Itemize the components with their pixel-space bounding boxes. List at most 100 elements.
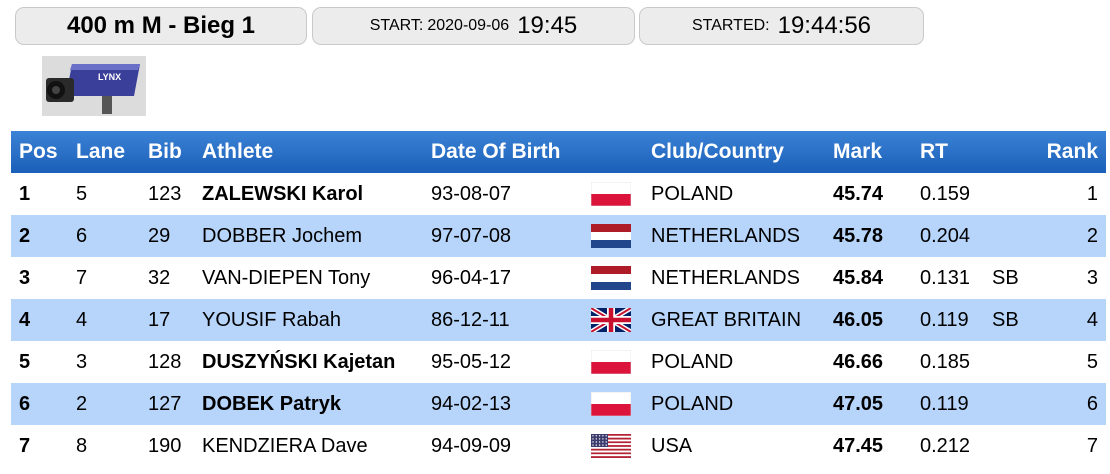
bib-cell: 17 [140, 299, 194, 341]
column-header-rt[interactable]: RT [912, 131, 984, 173]
flag-cell [583, 425, 643, 467]
lane-cell: 7 [68, 257, 140, 299]
event-title-box: 400 m M - Bieg 1 [15, 7, 307, 45]
country-cell: POLAND [643, 383, 825, 425]
start-time: 19:45 [517, 12, 578, 39]
usa-flag-icon [591, 434, 631, 458]
note-cell: SB [984, 257, 1034, 299]
dob-cell: 94-02-13 [423, 383, 583, 425]
rank-cell: 4 [1034, 299, 1106, 341]
reaction-time-cell: 0.159 [912, 173, 984, 215]
event-title: 400 m M - Bieg 1 [66, 12, 256, 39]
note-cell [984, 173, 1034, 215]
column-header-club[interactable]: Club/Country [643, 131, 825, 173]
athlete-name-cell: VAN-DIEPEN Tony [194, 257, 423, 299]
table-row[interactable]: 3 7 32 VAN-DIEPEN Tony 96-04-17 NETHERLANDS 45… [11, 257, 1106, 299]
pos-cell: 3 [11, 257, 68, 299]
column-header-athlete[interactable]: Athlete [194, 131, 423, 173]
pos-cell: 7 [11, 425, 68, 467]
table-row[interactable]: 1 5 123 ZALEWSKI Karol 93-08-07 POLAND 45.74 0.… [11, 173, 1106, 215]
dob-cell: 93-08-07 [423, 173, 583, 215]
lynx-camera-icon: LYNX [42, 56, 146, 116]
lane-cell: 2 [68, 383, 140, 425]
bib-cell: 190 [140, 425, 194, 467]
column-header-pos[interactable]: Pos [11, 131, 68, 173]
pos-cell: 6 [11, 383, 68, 425]
country-cell: POLAND [643, 341, 825, 383]
lane-cell: 6 [68, 215, 140, 257]
start-info-box: START: 2020-09-06 19:45 [312, 7, 635, 45]
flag-cell [583, 257, 643, 299]
athlete-name-cell: ZALEWSKI Karol [194, 173, 423, 215]
reaction-time-cell: 0.212 [912, 425, 984, 467]
reaction-time-cell: 0.185 [912, 341, 984, 383]
bib-cell: 127 [140, 383, 194, 425]
poland-flag-icon [590, 391, 632, 417]
pos-cell: 4 [11, 299, 68, 341]
rank-cell: 3 [1034, 257, 1106, 299]
flag-cell [583, 215, 643, 257]
rank-cell: 7 [1034, 425, 1106, 467]
athlete-name-cell: DOBEK Patryk [194, 383, 423, 425]
lane-cell: 5 [68, 173, 140, 215]
note-cell [984, 425, 1034, 467]
note-cell: SB [984, 299, 1034, 341]
lynx-logo-text: LYNX [98, 72, 121, 82]
started-time: 19:44:56 [777, 12, 872, 39]
pos-cell: 5 [11, 341, 68, 383]
bib-cell: 128 [140, 341, 194, 383]
table-row[interactable]: 6 2 127 DOBEK Patryk 94-02-13 POLAND 47.05 0.11… [11, 383, 1106, 425]
column-header-rank[interactable]: Rank [1034, 131, 1106, 173]
mark-cell: 46.05 [825, 299, 912, 341]
rank-cell: 1 [1034, 173, 1106, 215]
reaction-time-cell: 0.119 [912, 383, 984, 425]
mark-cell: 45.84 [825, 257, 912, 299]
table-row[interactable]: 5 3 128 DUSZYŃSKI Kajetan 95-05-12 POLAND 46.6… [11, 341, 1106, 383]
table-row[interactable]: 2 6 29 DOBBER Jochem 97-07-08 NETHERLANDS 45.7… [11, 215, 1106, 257]
bib-cell: 29 [140, 215, 194, 257]
mark-cell: 45.78 [825, 215, 912, 257]
dob-cell: 94-09-09 [423, 425, 583, 467]
column-header-flag [583, 131, 643, 173]
flag-cell [583, 299, 643, 341]
column-header-bib[interactable]: Bib [140, 131, 194, 173]
rank-cell: 5 [1034, 341, 1106, 383]
athlete-name-cell: KENDZIERA Dave [194, 425, 423, 467]
reaction-time-cell: 0.131 [912, 257, 984, 299]
start-date: 2020-09-06 [427, 17, 510, 34]
dob-cell: 97-07-08 [423, 215, 583, 257]
column-header-mark[interactable]: Mark [825, 131, 912, 173]
mark-cell: 47.05 [825, 383, 912, 425]
athlete-name-cell: DOBBER Jochem [194, 215, 423, 257]
started-label: STARTED: [691, 17, 770, 34]
dob-cell: 96-04-17 [423, 257, 583, 299]
flag-cell [583, 341, 643, 383]
mark-cell: 46.66 [825, 341, 912, 383]
lane-cell: 4 [68, 299, 140, 341]
country-cell: NETHERLANDS [643, 257, 825, 299]
lane-cell: 8 [68, 425, 140, 467]
athlete-name-cell: YOUSIF Rabah [194, 299, 423, 341]
bib-cell: 32 [140, 257, 194, 299]
netherlands-flag-icon [591, 266, 631, 290]
flag-cell [583, 383, 643, 425]
poland-flag-icon [590, 181, 632, 207]
country-cell: POLAND [643, 173, 825, 215]
column-header-lane[interactable]: Lane [68, 131, 140, 173]
dob-cell: 95-05-12 [423, 341, 583, 383]
table-header-row: Pos Lane Bib Athlete Date Of Birth Club/… [11, 131, 1106, 173]
great-britain-flag-icon [589, 305, 633, 335]
reaction-time-cell: 0.204 [912, 215, 984, 257]
country-cell: NETHERLANDS [643, 215, 825, 257]
table-row[interactable]: 7 8 190 KENDZIERA Dave 94-09-09 USA 47.45 0.212… [11, 425, 1106, 467]
table-row[interactable]: 4 4 17 YOUSIF Rabah 86-12-11 GREAT BRITAIN 46.… [11, 299, 1106, 341]
rank-cell: 6 [1034, 383, 1106, 425]
poland-flag-icon [590, 349, 632, 375]
mark-cell: 47.45 [825, 425, 912, 467]
pos-cell: 1 [11, 173, 68, 215]
column-header-dob[interactable]: Date Of Birth [423, 131, 583, 173]
reaction-time-cell: 0.119 [912, 299, 984, 341]
bib-cell: 123 [140, 173, 194, 215]
pos-cell: 2 [11, 215, 68, 257]
start-label: START: [369, 17, 424, 34]
